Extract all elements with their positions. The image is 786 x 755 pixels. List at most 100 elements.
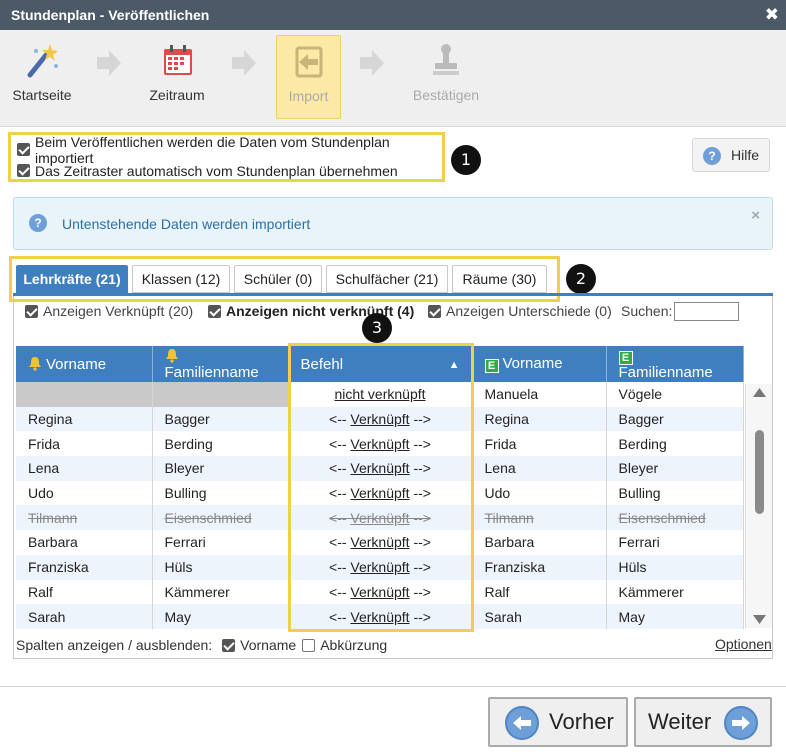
step-label: Import — [288, 88, 329, 104]
filter-diff[interactable]: Anzeigen Unterschiede (0) — [428, 303, 612, 319]
bell-icon — [165, 348, 178, 363]
mapping-table: Vorname Familienname Befehl ▲ E Vorname E… — [16, 346, 744, 629]
table-row[interactable]: Regina Bagger <-- Verknüpft --> Regina Bagge… — [16, 406, 744, 432]
abkuerzung-column-checkbox[interactable] — [302, 638, 316, 652]
header-familienname-right[interactable]: E Familienname — [606, 346, 744, 382]
linked-link[interactable]: Verknüpft — [350, 609, 409, 625]
callout-badge-2: 2 — [566, 264, 596, 294]
cell-befehl: <-- Verknüpft --> — [288, 579, 473, 605]
scrollbar-thumb[interactable] — [755, 430, 764, 514]
cell-familienname-left: Kämmerer — [152, 579, 289, 605]
cell-vorname-right: Barbara — [472, 530, 607, 555]
option-time-grid[interactable]: Das Zeitraster automatisch vom Stundenpl… — [17, 160, 436, 181]
cell-familienname-right: May — [606, 604, 744, 629]
arrow-right-icon — [97, 50, 121, 76]
cell-familienname-left: Berding — [152, 431, 289, 457]
cell-vorname-left: Sarah — [16, 604, 153, 629]
arrow-right-icon — [724, 706, 758, 740]
cell-vorname-right: Franziska — [472, 554, 607, 580]
header-befehl[interactable]: Befehl ▲ — [288, 346, 473, 382]
next-button[interactable]: Weiter — [634, 697, 772, 747]
table-row[interactable]: Frida Berding <-- Verknüpft --> Frida Berdin… — [16, 431, 744, 457]
import-options: Beim Veröffentlichen werden die Daten vo… — [8, 132, 445, 182]
cell-befehl: <-- Verknüpft --> — [288, 530, 473, 555]
window-title: Stundenplan - Veröffentlichen — [11, 7, 210, 23]
table-row[interactable]: Sarah May <-- Verknüpft --> Sarah May — [16, 604, 744, 629]
cell-vorname-right: Ralf — [472, 579, 607, 605]
cell-vorname-right: Lena — [472, 456, 607, 481]
tab-schulfaecher[interactable]: Schulfächer (21) — [326, 265, 448, 293]
column-toggle-bar: Spalten anzeigen / ausblenden: Vorname A… — [16, 637, 388, 653]
header-vorname-left[interactable]: Vorname — [16, 346, 153, 382]
filter-linked[interactable]: Anzeigen Verknüpft (20) — [25, 303, 193, 319]
tab-raeume[interactable]: Räume (30) — [452, 265, 547, 293]
table-row[interactable]: Udo Bulling <-- Verknüpft --> Udo Bulling — [16, 480, 744, 506]
cell-familienname-right: Hüls — [606, 554, 744, 580]
linked-link[interactable]: Verknüpft — [350, 584, 409, 600]
cell-befehl: <-- Verknüpft --> — [288, 480, 473, 506]
back-button[interactable]: Vorher — [488, 697, 628, 747]
scroll-down-icon[interactable] — [753, 615, 766, 624]
import-data-checkbox[interactable] — [17, 143, 30, 156]
table-row[interactable]: Franziska Hüls <-- Verknüpft --> Franziska H… — [16, 554, 744, 580]
bell-icon — [29, 356, 41, 371]
table-row-unlinked[interactable]: nicht verknüpft Manuela Vögele — [16, 382, 744, 407]
cell-familienname-right: Berding — [606, 431, 744, 457]
close-icon[interactable]: ✖ — [765, 5, 779, 25]
next-label: Weiter — [648, 709, 712, 734]
cell-familienname-left: Hüls — [152, 554, 289, 580]
cell-familienname-left: Bulling — [152, 480, 289, 506]
cell-befehl: <-- Verknüpft --> — [288, 505, 473, 531]
cell-vorname-right: Sarah — [472, 604, 607, 629]
callout-badge-3: 3 — [362, 313, 392, 343]
title-bar: Stundenplan - Veröffentlichen ✖ — [0, 0, 786, 30]
step-bestaetigen: Bestätigen — [406, 35, 486, 119]
option-import-data[interactable]: Beim Veröffentlichen werden die Daten vo… — [17, 134, 436, 166]
linked-link[interactable]: Verknüpft — [350, 534, 409, 550]
time-grid-checkbox[interactable] — [17, 164, 30, 177]
calendar-icon — [164, 45, 192, 75]
filter-linked-checkbox[interactable] — [25, 304, 38, 318]
help-button[interactable]: ? Hilfe — [692, 138, 770, 172]
import-icon — [295, 46, 322, 78]
table-row[interactable]: Tilmann Eisenschmied <-- Verknüpft --> Tilm… — [16, 505, 744, 531]
vorname-column-checkbox[interactable] — [222, 638, 236, 652]
cell-vorname-left: Franziska — [16, 554, 153, 580]
table-scrollbar[interactable] — [745, 384, 772, 628]
header-vorname-right[interactable]: E Vorname — [472, 346, 607, 382]
linked-link[interactable]: Verknüpft — [350, 559, 409, 575]
scroll-up-icon[interactable] — [753, 388, 766, 397]
linked-link[interactable]: Verknüpft — [350, 460, 409, 476]
table-row[interactable]: Barbara Ferrari <-- Verknüpft --> Barbara Fe… — [16, 530, 744, 555]
step-label: Bestätigen — [412, 87, 480, 103]
linked-link[interactable]: Verknüpft — [350, 411, 409, 427]
filter-diff-checkbox[interactable] — [428, 304, 441, 318]
cell-befehl: <-- Verknüpft --> — [288, 604, 473, 629]
cell-befehl: <-- Verknüpft --> — [288, 554, 473, 580]
close-icon[interactable]: × — [751, 207, 760, 224]
linked-link[interactable]: Verknüpft — [350, 436, 409, 452]
wizard-steps: Startseite Zeitraum Import Bestätigen — [0, 30, 786, 127]
step-label: Zeitraum — [149, 87, 205, 103]
cell-befehl: <-- Verknüpft --> — [288, 406, 473, 432]
filter-label: Anzeigen Unterschiede (0) — [446, 303, 612, 319]
cell-vorname-left: Ralf — [16, 579, 153, 605]
linked-link[interactable]: Verknüpft — [350, 485, 409, 501]
cell-familienname-right: Bulling — [606, 480, 744, 506]
info-banner: ? Untenstehende Daten werden importiert … — [13, 197, 773, 250]
info-text: Untenstehende Daten werden importiert — [62, 216, 311, 232]
table-row[interactable]: Lena Bleyer <-- Verknüpft --> Lena Bleyer — [16, 456, 744, 481]
step-import[interactable]: Import — [276, 35, 341, 119]
table-row[interactable]: Ralf Kämmerer <-- Verknüpft --> Ralf Kämmere… — [16, 579, 744, 605]
search-input[interactable] — [674, 302, 739, 321]
step-zeitraum[interactable]: Zeitraum — [140, 35, 214, 119]
optionen-link[interactable]: Optionen — [715, 636, 772, 652]
tab-lehrkraefte[interactable]: Lehrkräfte (21) — [16, 265, 128, 293]
not-linked-link[interactable]: nicht verknüpft — [334, 386, 425, 402]
tab-klassen[interactable]: Klassen (12) — [132, 265, 230, 293]
step-startseite[interactable]: Startseite — [0, 35, 84, 119]
header-familienname-left[interactable]: Familienname — [152, 346, 289, 382]
filter-unlinked-checkbox[interactable] — [208, 304, 221, 318]
tab-schueler[interactable]: Schüler (0) — [234, 265, 322, 293]
linked-link[interactable]: Verknüpft — [350, 510, 409, 526]
